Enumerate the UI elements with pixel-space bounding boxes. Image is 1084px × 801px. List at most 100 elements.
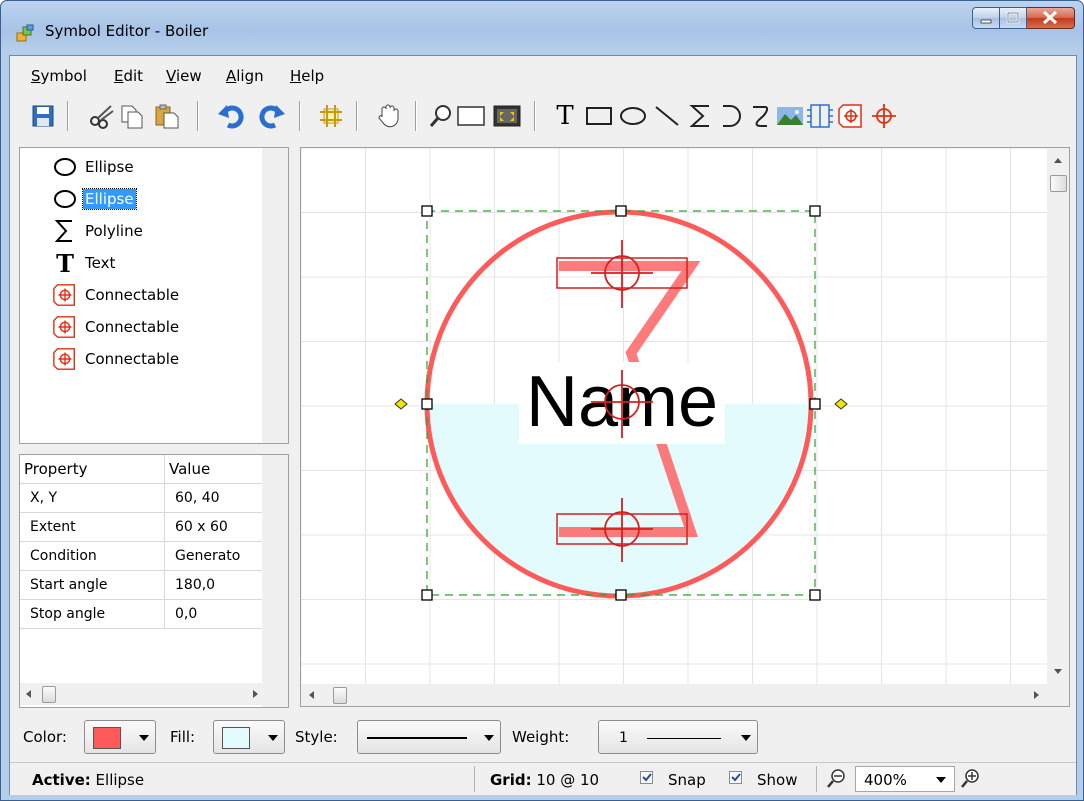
tree-item[interactable]: Ellipse [52,152,136,182]
curve-tool-button[interactable] [745,101,775,131]
maximize-button[interactable] [1000,7,1027,29]
zoom-in-icon[interactable] [960,768,982,790]
tree-item[interactable]: Polyline [52,216,145,246]
rectangle-select-button[interactable] [456,101,486,131]
tree-item[interactable]: T Text [52,248,117,278]
tree-vscroll[interactable] [262,148,288,443]
text-tool-button[interactable]: T [550,101,580,131]
snap-checkbox[interactable] [640,771,653,784]
stop-angle-handle[interactable] [834,398,848,410]
menu-align[interactable]: Align [226,67,264,85]
rectangle-tool-button[interactable] [584,101,614,131]
property-value[interactable]: 60 x 60 [164,512,265,542]
show-grid-checkbox[interactable] [729,771,742,784]
menu-symbol[interactable]: Symbol [31,67,87,85]
property-row[interactable]: Stop angle 0,0 [20,599,265,629]
fill-picker[interactable] [213,720,285,754]
color-picker[interactable] [84,720,156,754]
resize-handle[interactable] [421,589,433,601]
zoom-button[interactable] [426,101,456,131]
tree-item[interactable]: Connectable [52,280,181,310]
menu-help[interactable]: Help [290,67,324,85]
property-row[interactable]: Condition Generato [20,541,265,571]
paste-button[interactable] [152,101,182,131]
property-row[interactable]: Extent 60 x 60 [20,512,265,542]
tree-item[interactable]: Ellipse [52,184,137,214]
property-grid[interactable]: Property Value X, Y 60, 40 Extent 60 x 60 Co… [19,454,289,708]
maximize-icon [1006,11,1020,24]
title-bar[interactable]: Symbol Editor - Boiler [1,1,1083,49]
save-button[interactable] [28,101,58,131]
polyline-icon [52,218,78,244]
canvas-drawing[interactable]: Name [301,148,1047,684]
close-button[interactable] [1027,7,1075,29]
pan-button[interactable] [374,101,404,131]
resize-handle[interactable] [809,205,821,217]
resize-handle[interactable] [809,589,821,601]
zoom-out-icon[interactable] [826,768,848,790]
property-row[interactable]: X, Y 60, 40 [20,483,265,513]
style-label: Style: [295,728,338,746]
tree-item[interactable]: Connectable [52,344,181,374]
active-value: Ellipse [95,771,145,789]
connectable-tool-button[interactable] [836,101,866,131]
property-name: Extent [20,512,165,542]
menu-view-label: iew [175,67,202,85]
tree-item[interactable]: Connectable [52,312,181,342]
copy-icon [121,105,143,129]
ellipse-icon [52,154,78,180]
property-value[interactable]: 0,0 [164,599,265,629]
resize-handle[interactable] [421,205,433,217]
snap-label[interactable]: Snap [668,771,706,789]
polyline-tool-button[interactable] [685,101,715,131]
symbol-tool-button[interactable] [805,101,835,131]
line-weight-select[interactable]: 1 [598,720,758,754]
line-tool-button[interactable] [652,101,682,131]
copy-button[interactable] [117,101,147,131]
scroll-thumb[interactable] [42,686,56,703]
property-value[interactable]: 60, 40 [164,483,265,513]
grid-label: Grid: [490,771,532,789]
property-value[interactable]: 180,0 [164,570,265,600]
line-style-select[interactable] [357,720,501,754]
property-grid-hscroll[interactable] [20,683,264,705]
zoom-select[interactable]: 400% [855,766,955,792]
image-tool-button[interactable] [775,101,805,131]
scroll-thumb[interactable] [1050,175,1067,192]
save-icon [32,105,54,127]
color-swatch [93,727,121,749]
redo-button[interactable] [256,101,286,131]
show-label[interactable]: Show [757,771,797,789]
resize-handle[interactable] [421,398,433,410]
menu-view-key: V [166,67,176,85]
menu-align-label: lign [236,67,264,85]
drawing-canvas[interactable]: Name [300,147,1070,707]
canvas-vscroll[interactable] [1047,148,1069,706]
resize-handle[interactable] [809,398,821,410]
checkmark-icon [642,773,652,782]
connection-point-button[interactable] [869,101,899,131]
property-grid-vscroll[interactable] [262,455,288,707]
tree-item-label: Connectable [85,318,180,336]
value-column-header[interactable]: Value [164,455,265,484]
ellipse-tool-button[interactable] [618,101,648,131]
element-tree[interactable]: Ellipse Ellipse Polyline T Text Connectable Co… [19,147,289,444]
property-row[interactable]: Start angle 180,0 [20,570,265,600]
start-angle-handle[interactable] [394,398,408,410]
minimize-button[interactable] [972,7,1000,29]
property-column-header[interactable]: Property [20,455,165,484]
cut-button[interactable] [87,101,117,131]
arc-tool-button[interactable] [716,101,746,131]
image-tool-icon [777,107,803,125]
scroll-thumb[interactable] [333,687,347,704]
menu-view[interactable]: View [166,67,202,85]
menu-edit[interactable]: Edit [114,67,143,85]
undo-button[interactable] [217,101,247,131]
canvas-hscroll[interactable] [301,684,1047,706]
resize-handle[interactable] [615,205,627,217]
resize-handle[interactable] [615,589,627,601]
property-value[interactable]: Generato [164,541,265,571]
weight-label: Weight: [512,728,570,746]
grid-button[interactable] [316,101,346,131]
fit-button[interactable] [492,101,522,131]
